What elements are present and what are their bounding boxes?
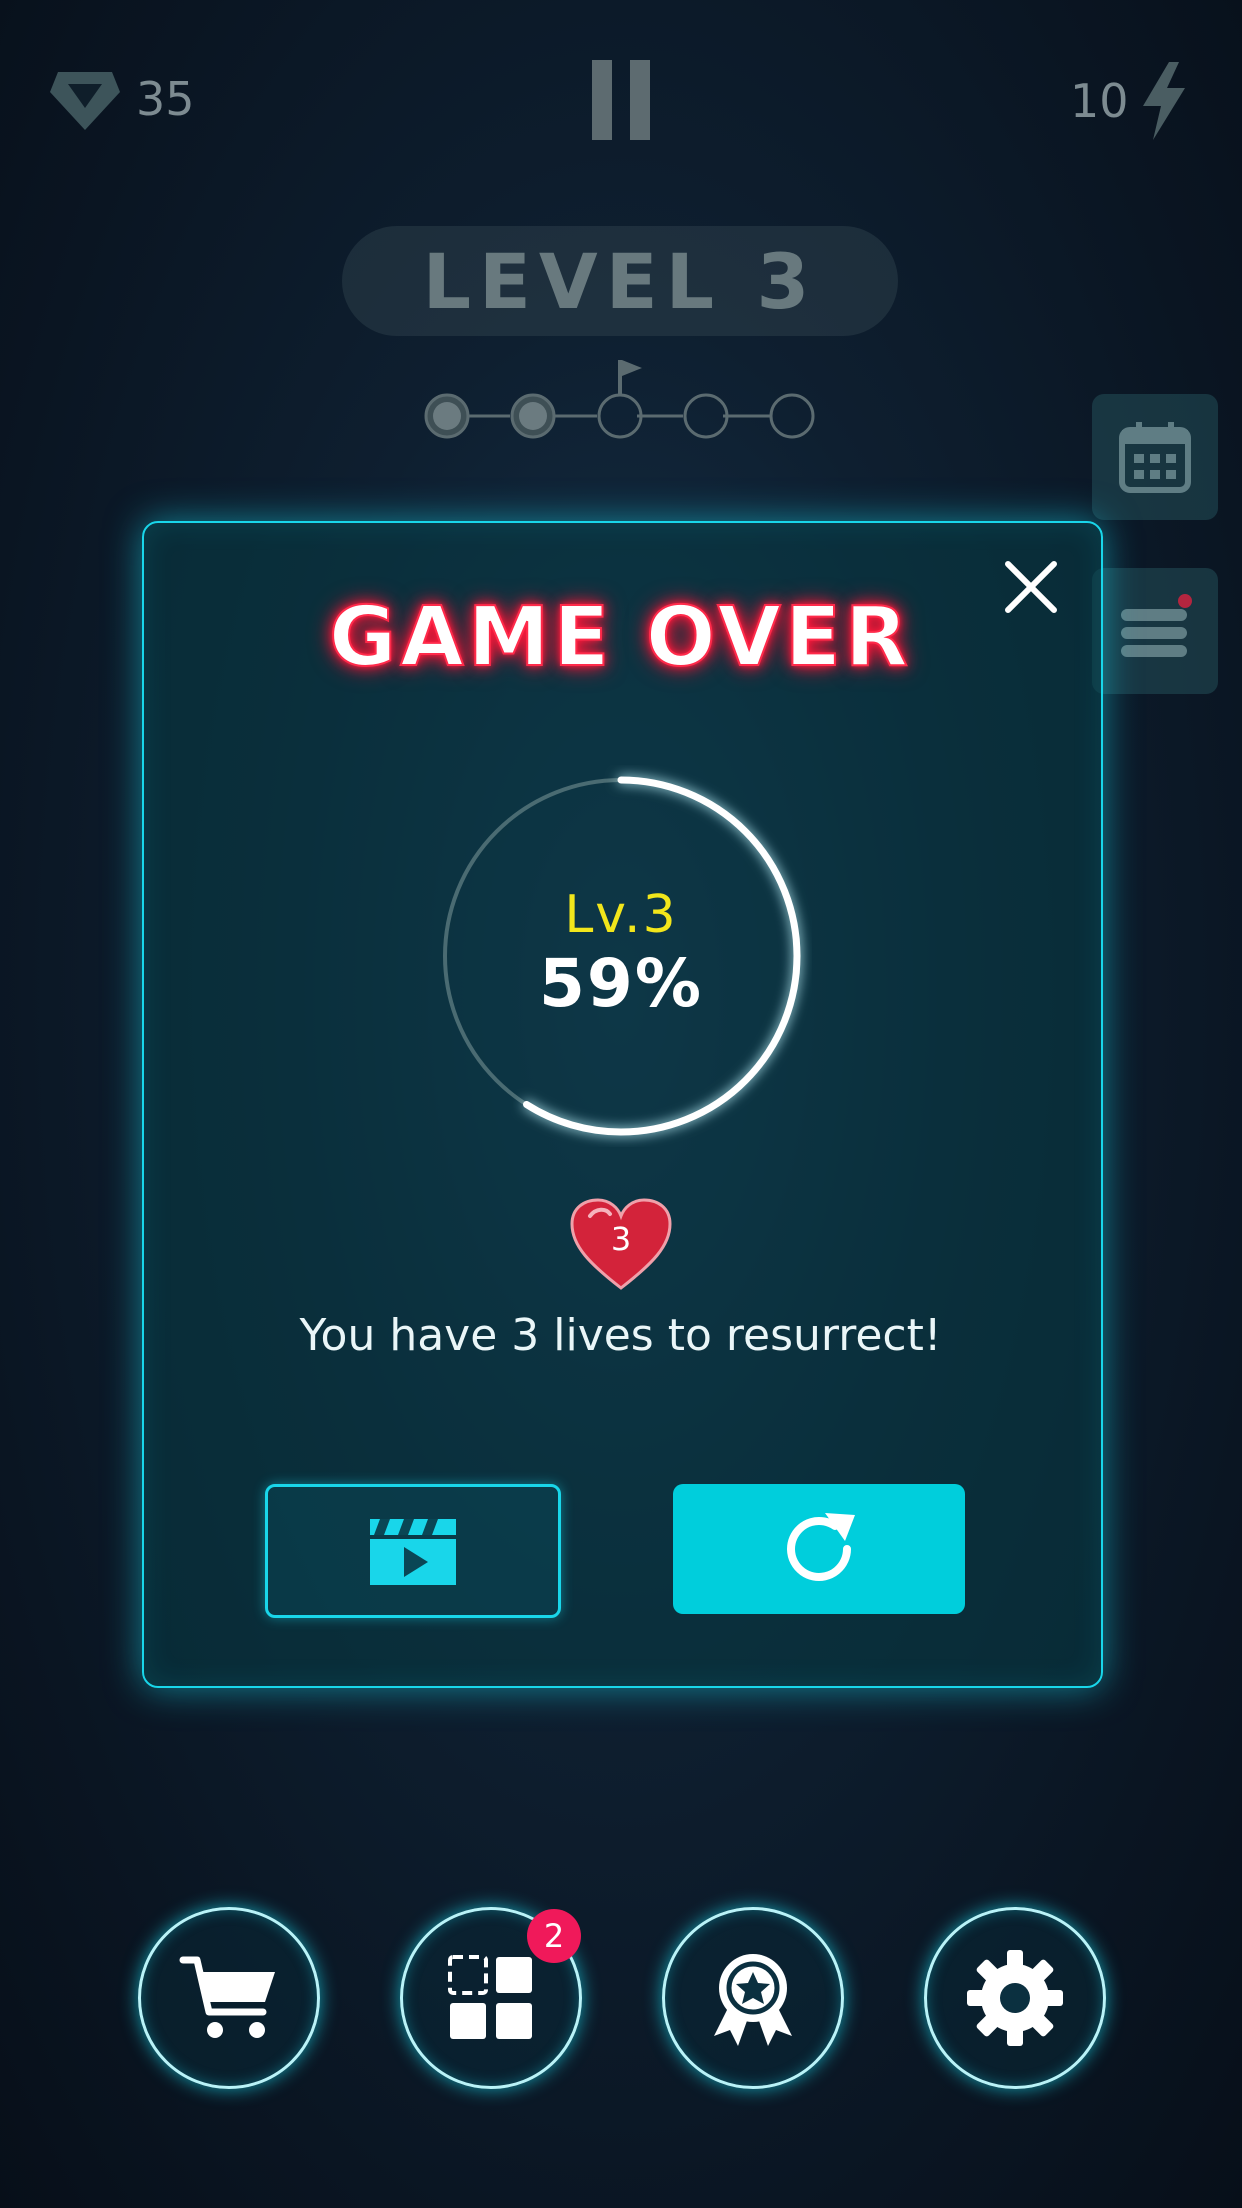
diamond-icon <box>50 72 120 130</box>
level-progress <box>424 360 815 439</box>
gem-counter: 35 <box>48 64 195 134</box>
retry-button[interactable] <box>673 1484 965 1614</box>
lightning-icon <box>1142 62 1185 140</box>
skins-icon <box>448 1955 532 2039</box>
progress-percent: 59% <box>539 945 703 1022</box>
energy-counter: 10 <box>1070 62 1189 140</box>
notification-badge: 2 <box>527 1909 581 1963</box>
cart-icon <box>179 1956 275 2038</box>
level-title: LEVEL 3 <box>342 226 898 336</box>
progress-step <box>769 393 815 439</box>
progress-step <box>597 393 643 439</box>
pause-button[interactable] <box>590 60 652 140</box>
achievement-icon <box>714 1954 792 2046</box>
settings-button[interactable] <box>924 1907 1106 2089</box>
tasks-button[interactable] <box>1092 568 1218 694</box>
shop-button[interactable] <box>138 1907 320 2089</box>
energy-count: 10 <box>1070 74 1129 128</box>
settings-icon <box>967 1950 1063 2046</box>
calendar-button[interactable] <box>1092 394 1218 520</box>
pause-icon <box>592 60 650 140</box>
lives-count: 3 <box>610 1220 632 1258</box>
video-clapper-icon <box>370 1519 456 1585</box>
lives-heart: 3 <box>570 1198 672 1292</box>
lives-message: You have 3 lives to resurrect! <box>299 1310 942 1361</box>
progress-step <box>433 402 461 430</box>
gem-count: 35 <box>136 72 195 126</box>
calendar-icon <box>1119 422 1191 493</box>
flag-icon <box>618 360 642 395</box>
watch-video-button[interactable] <box>265 1484 561 1618</box>
progress-step <box>683 393 729 439</box>
level-label: Lv.3 <box>564 885 678 945</box>
retry-icon <box>787 1513 855 1581</box>
achievements-button[interactable] <box>662 1907 844 2089</box>
game-over-title: GAME OVER <box>328 589 913 686</box>
list-icon <box>1121 594 1192 657</box>
